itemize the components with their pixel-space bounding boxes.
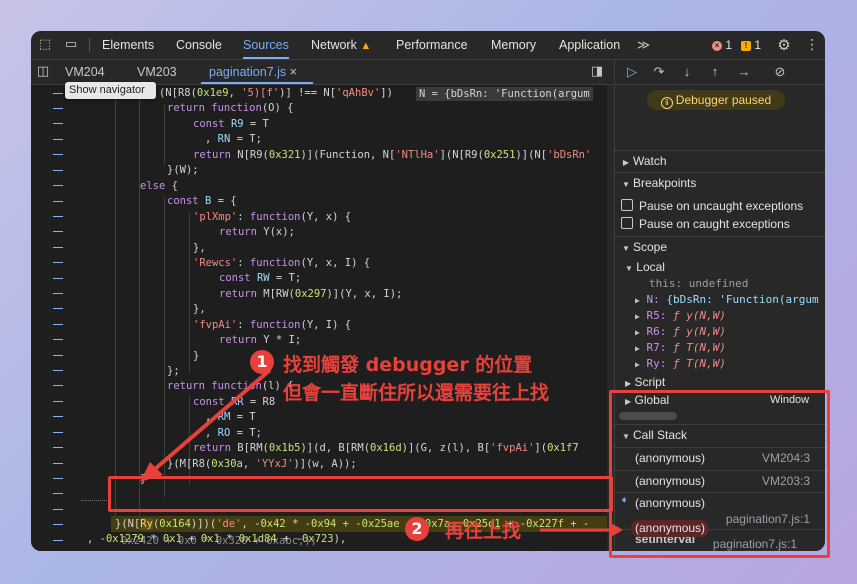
step-1-annotation-line-2: 但會一直斷住所以還需要往上找 xyxy=(283,382,550,404)
step-2-annotation: 再往上找 xyxy=(445,520,522,542)
show-navigator-tooltip: Show navigator xyxy=(65,82,156,99)
step-1-marker: 1 xyxy=(250,350,274,374)
arrowhead xyxy=(609,522,623,538)
step-1-annotation-line-1: 找到觸發 debugger 的位置 xyxy=(283,354,533,376)
arrow-to-current-line xyxy=(146,368,272,477)
step-2-marker: 2 xyxy=(405,517,429,541)
